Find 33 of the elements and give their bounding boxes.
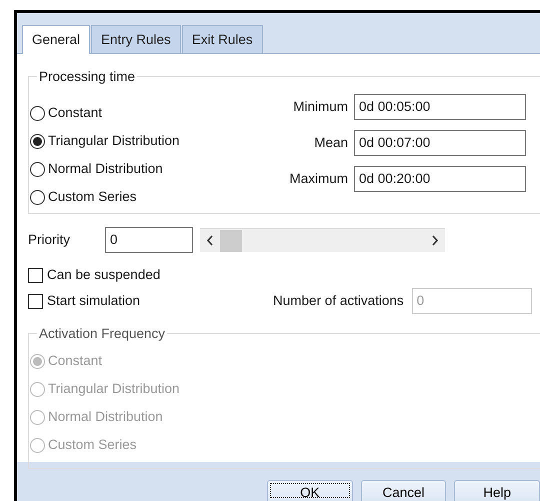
time-field[interactable]: 0d 00:20:00 [354, 166, 526, 192]
checkbox-label: Can be suspended [47, 266, 160, 284]
scrollbar[interactable] [200, 228, 445, 252]
radio-label: Constant [48, 352, 102, 370]
radio-label: Normal Distribution [48, 160, 163, 178]
radio-button[interactable] [30, 134, 45, 148]
radio-label: Triangular Distribution [48, 380, 180, 398]
dialog-button[interactable]: Cancel [360, 480, 446, 501]
radio-button[interactable] [30, 190, 45, 204]
checkbox[interactable] [28, 268, 43, 282]
dialog-button[interactable]: Help [454, 480, 540, 501]
scroll-thumb[interactable] [220, 230, 242, 252]
radio-label: Constant [48, 104, 102, 122]
checkbox-label: Start simulation [47, 292, 140, 310]
radio-label: Custom Series [48, 188, 137, 206]
field-label: Mean [314, 134, 348, 152]
field-label: Maximum [289, 170, 348, 188]
radio-label: Custom Series [48, 436, 137, 454]
tab[interactable]: Entry Rules [91, 25, 181, 53]
checkbox[interactable] [28, 294, 43, 308]
radio-button[interactable] [30, 162, 45, 176]
radio-label: Normal Distribution [48, 408, 163, 426]
time-field[interactable]: 0d 00:05:00 [354, 94, 526, 120]
priority-field[interactable]: 0 [105, 227, 193, 253]
radio-button[interactable] [30, 106, 45, 120]
tab[interactable]: Exit Rules [182, 25, 263, 53]
priority-label: Priority [28, 230, 72, 249]
field-label: Minimum [293, 98, 348, 116]
radio-label: Triangular Distribution [48, 132, 180, 150]
dialog-button[interactable]: OK [267, 480, 353, 501]
time-field[interactable]: 0d 00:07:00 [354, 130, 526, 156]
field-label: Number of activations [273, 292, 404, 310]
tab[interactable]: General [22, 25, 90, 54]
